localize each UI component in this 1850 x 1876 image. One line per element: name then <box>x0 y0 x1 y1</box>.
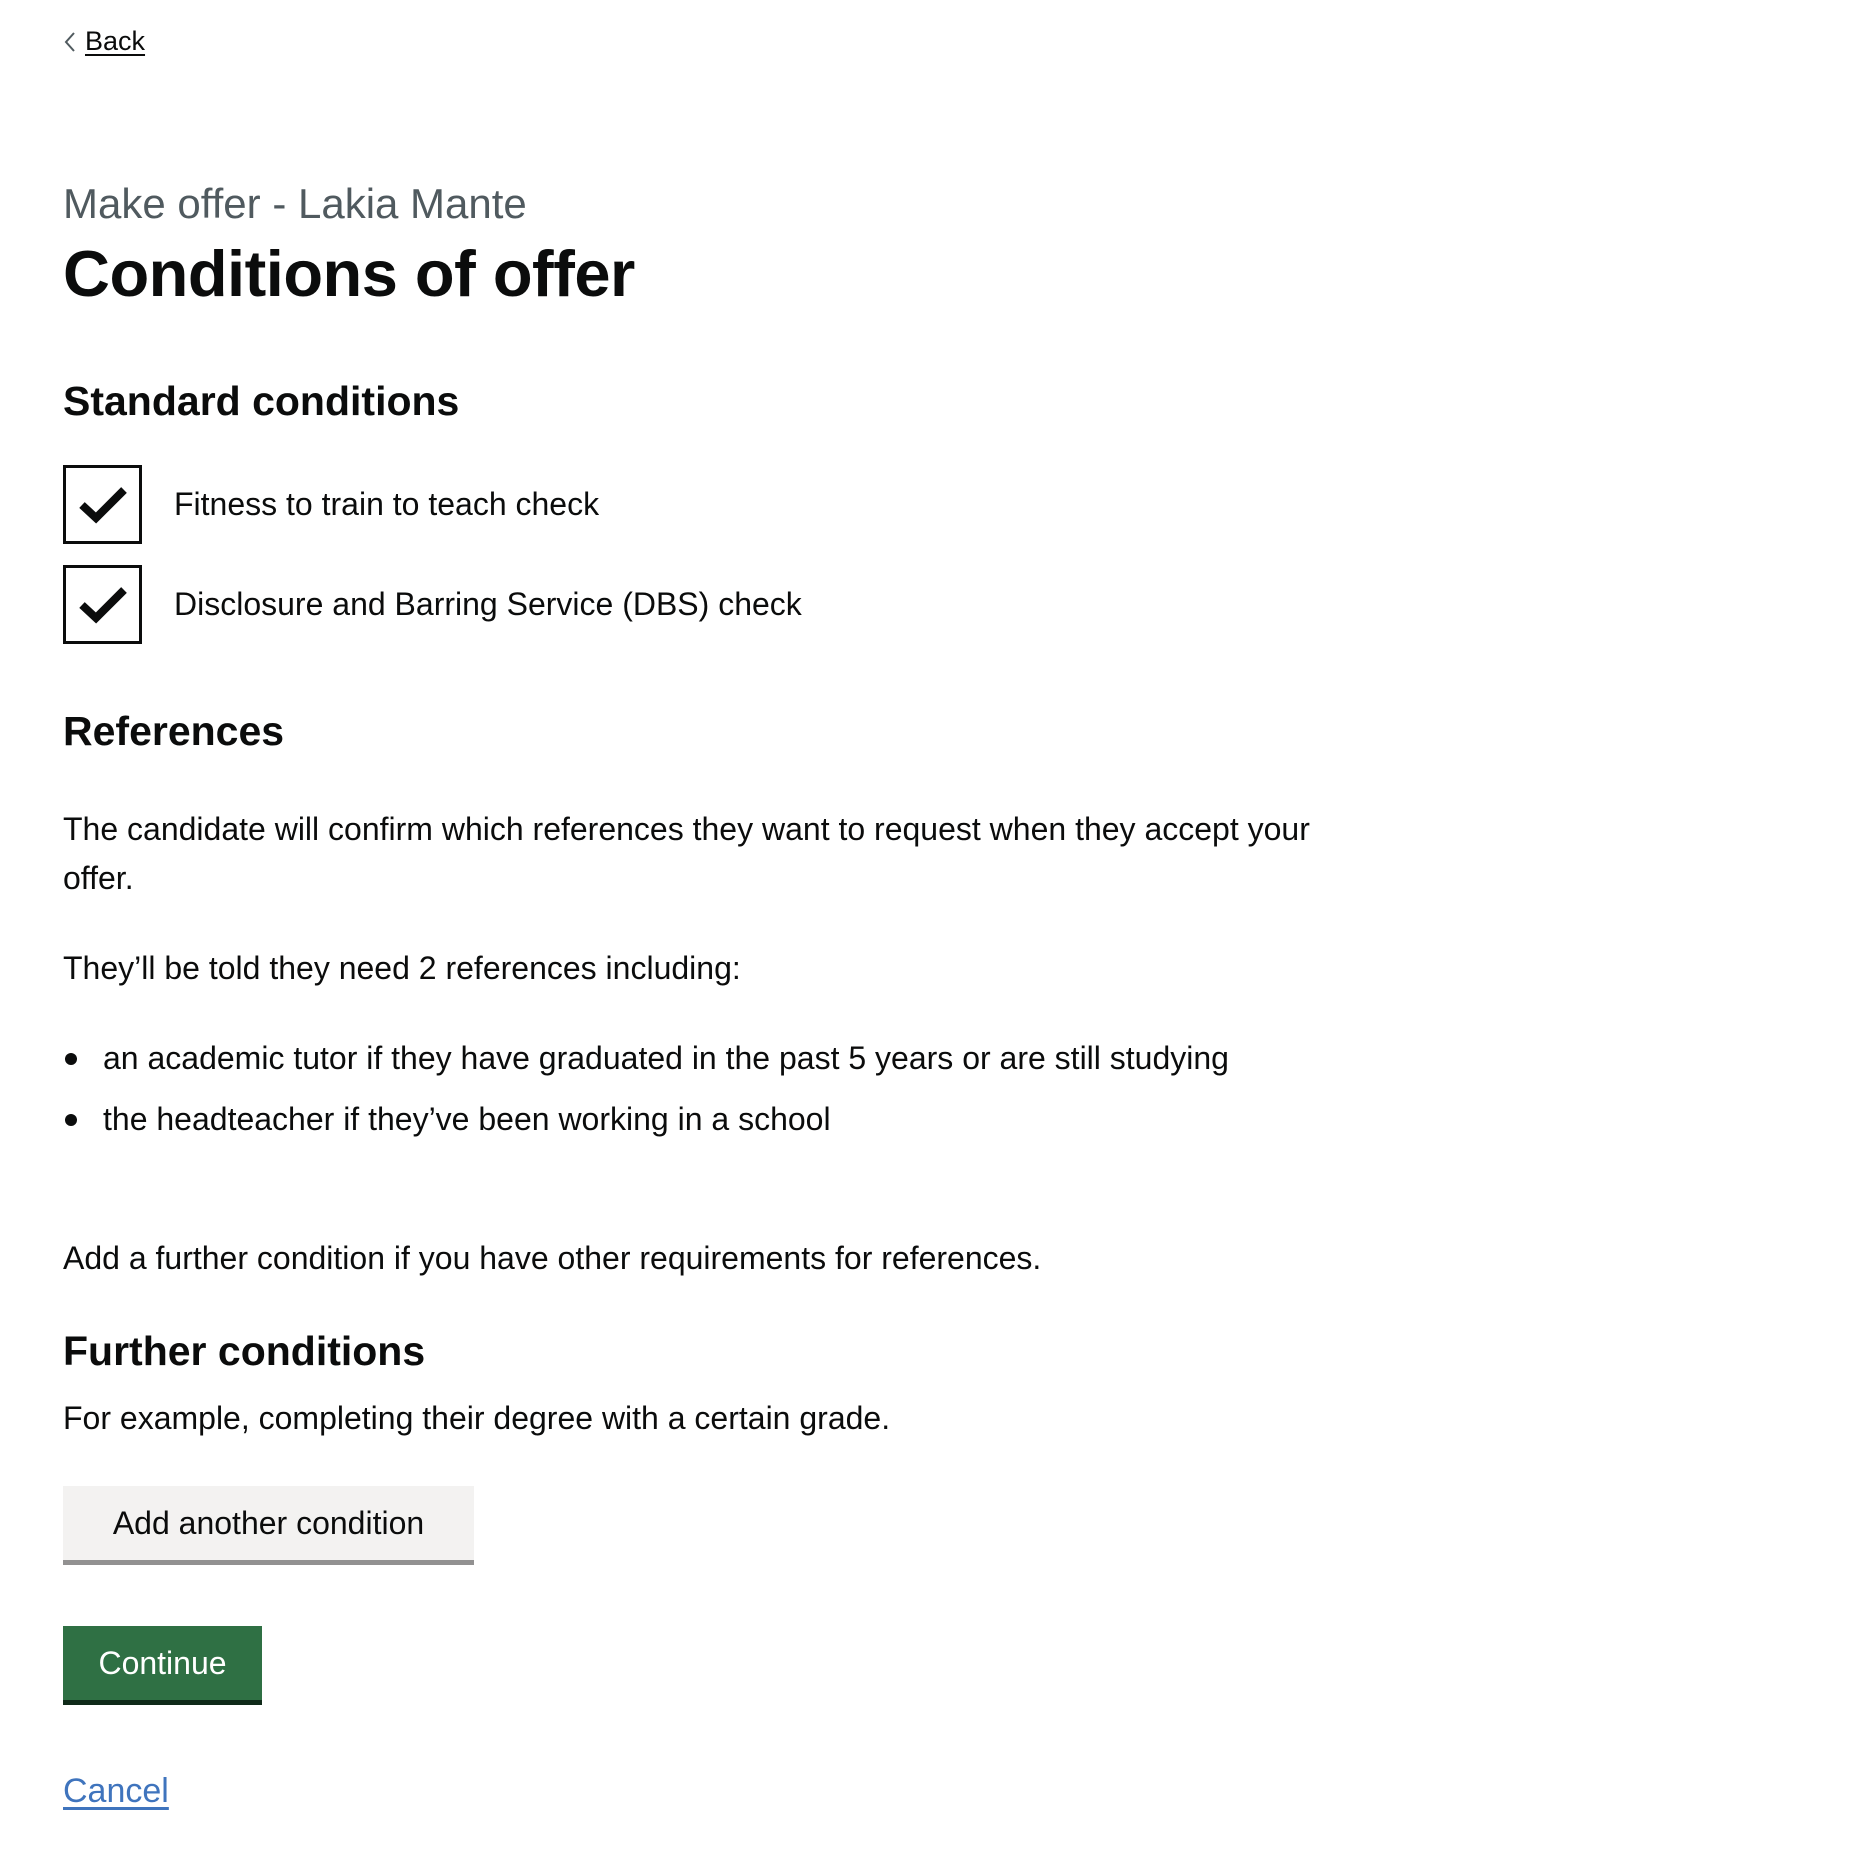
checkbox[interactable] <box>63 565 142 644</box>
add-another-condition-button[interactable]: Add another condition <box>63 1486 474 1560</box>
checkbox-dbs-check[interactable]: Disclosure and Barring Service (DBS) che… <box>63 565 802 644</box>
back-link[interactable]: Back <box>63 26 145 57</box>
references-list: an academic tutor if they have graduated… <box>63 1034 1353 1156</box>
checkbox-fitness-to-teach[interactable]: Fitness to train to teach check <box>63 465 599 544</box>
references-heading: References <box>63 708 285 754</box>
list-item: an academic tutor if they have graduated… <box>63 1034 1353 1083</box>
continue-button[interactable]: Continue <box>63 1626 262 1700</box>
checkbox[interactable] <box>63 465 142 544</box>
references-lead: They’ll be told they need 2 references i… <box>63 950 741 986</box>
cancel-link[interactable]: Cancel <box>63 1772 169 1811</box>
page-caption: Make offer - Lakia Mante <box>63 180 527 227</box>
checkbox-label: Fitness to train to teach check <box>174 486 600 522</box>
further-conditions-heading: Further conditions <box>63 1328 426 1374</box>
checkmark-icon <box>78 486 127 524</box>
checkbox-label: Disclosure and Barring Service (DBS) che… <box>174 586 802 622</box>
further-conditions-hint: For example, completing their degree wit… <box>63 1400 891 1436</box>
chevron-left-icon <box>64 31 75 52</box>
back-link-label: Back <box>85 26 146 56</box>
checkmark-icon <box>78 586 127 624</box>
references-footer: Add a further condition if you have othe… <box>63 1240 1042 1276</box>
page-title: Conditions of offer <box>63 237 635 310</box>
list-item: the headteacher if they’ve been working … <box>63 1095 1353 1144</box>
standard-conditions-heading: Standard conditions <box>63 378 460 424</box>
references-intro: The candidate will confirm which referen… <box>63 811 1310 896</box>
